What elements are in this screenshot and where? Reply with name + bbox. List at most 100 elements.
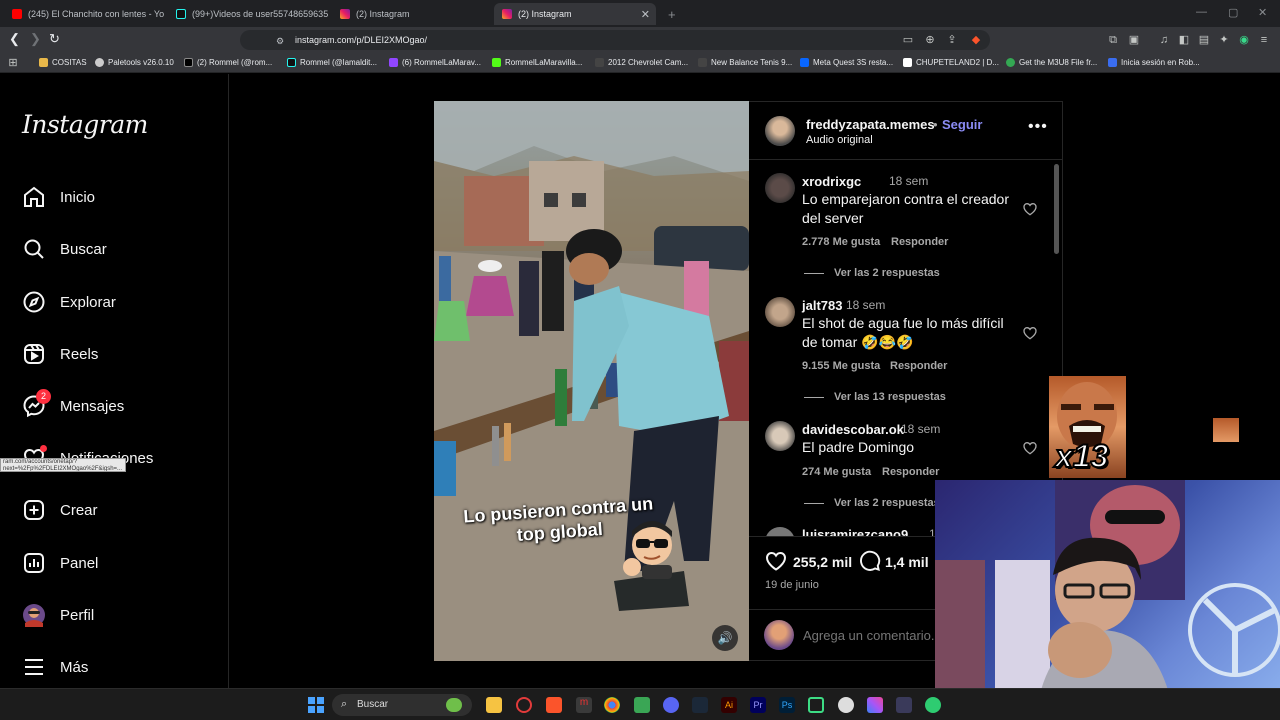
app-icon[interactable]: [896, 697, 912, 713]
close-window-icon[interactable]: ✕: [1258, 6, 1267, 19]
reply-button[interactable]: Responder: [890, 360, 947, 372]
file-explorer-icon[interactable]: [486, 697, 502, 713]
bookmark-item[interactable]: 2012 Chevrolet Cam...: [595, 58, 688, 67]
premiere-icon[interactable]: Pr: [750, 697, 766, 713]
minimize-icon[interactable]: —: [1196, 6, 1207, 18]
bookmark-item[interactable]: New Balance Tenis 9...: [698, 58, 792, 67]
tab-tiktok[interactable]: (99+)Videos de user55748659635 (@: [168, 3, 328, 25]
app-icon[interactable]: [838, 697, 854, 713]
nav-perfil[interactable]: Perfil: [22, 600, 94, 630]
extensions-icon[interactable]: ⧉: [1107, 34, 1119, 46]
comment-likes[interactable]: 2.778 Me gusta: [802, 236, 880, 248]
home-icon: [24, 186, 44, 207]
nav-crear[interactable]: Crear: [22, 495, 98, 525]
bookmark-item[interactable]: (2) Rommel (@rom...: [184, 58, 272, 67]
like-post-icon[interactable]: [764, 549, 788, 573]
photoshop-icon[interactable]: Ps: [779, 697, 795, 713]
app-icon[interactable]: [808, 697, 824, 713]
sidebar-toggle-icon[interactable]: ◧: [1178, 34, 1190, 46]
comment-avatar[interactable]: [765, 527, 795, 536]
discord-icon[interactable]: [663, 697, 679, 713]
comment-likes[interactable]: 9.155 Me gusta: [802, 360, 880, 372]
app-icon[interactable]: m: [576, 697, 592, 713]
chrome-icon[interactable]: [604, 697, 620, 713]
screenshot-icon[interactable]: ▣: [1128, 34, 1140, 46]
cast-icon[interactable]: ▭: [902, 34, 914, 46]
brave-icon[interactable]: [546, 697, 562, 713]
comments-scrollbar[interactable]: [1054, 164, 1059, 254]
reply-button[interactable]: Responder: [891, 236, 948, 248]
vpn-icon[interactable]: ◉: [1238, 34, 1250, 46]
author-username[interactable]: freddyzapata.memes: [806, 117, 935, 132]
volume-icon[interactable]: 🔊: [712, 625, 738, 651]
comment-likes[interactable]: 274 Me gusta: [802, 466, 871, 478]
close-tab-icon[interactable]: ✕: [641, 8, 650, 21]
nav-mensajes[interactable]: 2 Mensajes: [22, 389, 124, 421]
steam-icon[interactable]: [692, 697, 708, 713]
zoom-icon[interactable]: ⊕: [924, 34, 936, 46]
url-text[interactable]: instagram.com/p/DLEI2XMOgao/: [295, 35, 427, 45]
bookmark-item[interactable]: Inicia sesión en Rob...: [1108, 58, 1200, 67]
forward-icon[interactable]: ❯: [30, 32, 41, 46]
view-replies-button[interactable]: Ver las 2 respuestas: [804, 497, 940, 509]
leo-icon[interactable]: ✦: [1218, 34, 1230, 46]
instagram-logo[interactable]: Instagram: [22, 110, 148, 139]
brave-shield-icon[interactable]: ◆: [970, 34, 982, 46]
bookmark-item[interactable]: Get the M3U8 File fr...: [1006, 58, 1097, 67]
bookmark-item[interactable]: Rommel (@lamaldit...: [287, 58, 377, 67]
more-options-icon[interactable]: •••: [1028, 118, 1048, 136]
taskbar-search[interactable]: ⌕ Buscar: [332, 694, 472, 716]
comment-avatar[interactable]: [765, 421, 795, 451]
tab-instagram-1[interactable]: (2) Instagram: [332, 3, 492, 25]
copilot-icon[interactable]: [867, 697, 883, 713]
opera-icon[interactable]: [516, 697, 532, 713]
nav-buscar[interactable]: Buscar: [22, 234, 107, 264]
wallet-icon[interactable]: ▤: [1198, 34, 1210, 46]
reload-icon[interactable]: ↻: [49, 32, 60, 46]
windows-start-icon[interactable]: [308, 697, 324, 713]
like-comment-icon[interactable]: [1022, 325, 1038, 341]
nav-reels[interactable]: Reels: [22, 339, 98, 369]
nav-panel[interactable]: Panel: [22, 548, 98, 578]
bookmark-item[interactable]: Meta Quest 3S resta...: [800, 58, 893, 67]
apps-icon[interactable]: ⊞: [7, 57, 19, 69]
nav-inicio[interactable]: Inicio: [22, 182, 95, 212]
comment-username[interactable]: jalt783: [802, 298, 842, 313]
view-replies-button[interactable]: Ver las 13 respuestas: [804, 391, 946, 403]
comment-count[interactable]: 1,4 mil: [885, 554, 929, 570]
new-tab-button[interactable]: +: [660, 3, 680, 25]
view-replies-button[interactable]: Ver las 2 respuestas: [804, 267, 940, 279]
audio-link[interactable]: Audio original: [806, 134, 873, 146]
bookmark-item[interactable]: CHUPETELAND2 | D...: [903, 58, 999, 67]
comment-avatar[interactable]: [765, 173, 795, 203]
like-comment-icon[interactable]: [1022, 201, 1038, 217]
maximize-icon[interactable]: ▢: [1228, 6, 1238, 19]
media-icon[interactable]: ♫: [1158, 34, 1170, 46]
reply-button[interactable]: Responder: [882, 466, 939, 478]
illustrator-icon[interactable]: Ai: [721, 697, 737, 713]
like-comment-icon[interactable]: [1022, 440, 1038, 456]
app-icon[interactable]: [925, 697, 941, 713]
nav-explorar[interactable]: Explorar: [22, 287, 116, 317]
comment-username[interactable]: xrodrixgc: [802, 174, 861, 189]
nav-mas[interactable]: Más: [22, 652, 88, 682]
tab-instagram-active[interactable]: (2) Instagram ✕: [494, 3, 656, 25]
comment-avatar[interactable]: [765, 297, 795, 327]
follow-button[interactable]: Seguir: [942, 117, 982, 132]
share-icon[interactable]: ⇪: [946, 34, 958, 46]
menu-icon[interactable]: ≡: [1258, 34, 1270, 46]
tab-youtube[interactable]: (245) El Chanchito con lentes - YouTube: [4, 3, 164, 25]
back-icon[interactable]: ❮: [9, 32, 20, 46]
like-count[interactable]: 255,2 mil: [793, 554, 852, 570]
bookmark-item[interactable]: (6) RommelLaMarav...: [389, 58, 481, 67]
site-info-icon[interactable]: ⚙: [276, 34, 284, 48]
comment-username[interactable]: davidescobar.ok: [802, 422, 904, 437]
comment-username[interactable]: luisramirezcano9: [802, 527, 908, 536]
post-video[interactable]: Lo pusieron contra un top global 🔊: [434, 101, 749, 661]
bookmark-item[interactable]: Paletools v26.0.10: [95, 58, 174, 67]
bookmark-item[interactable]: COSITAS: [39, 58, 87, 67]
comment-icon[interactable]: [858, 549, 881, 572]
bookmark-item[interactable]: RommelLaMaravilla...: [492, 58, 582, 67]
app-icon[interactable]: [634, 697, 650, 713]
author-avatar[interactable]: [765, 116, 795, 146]
